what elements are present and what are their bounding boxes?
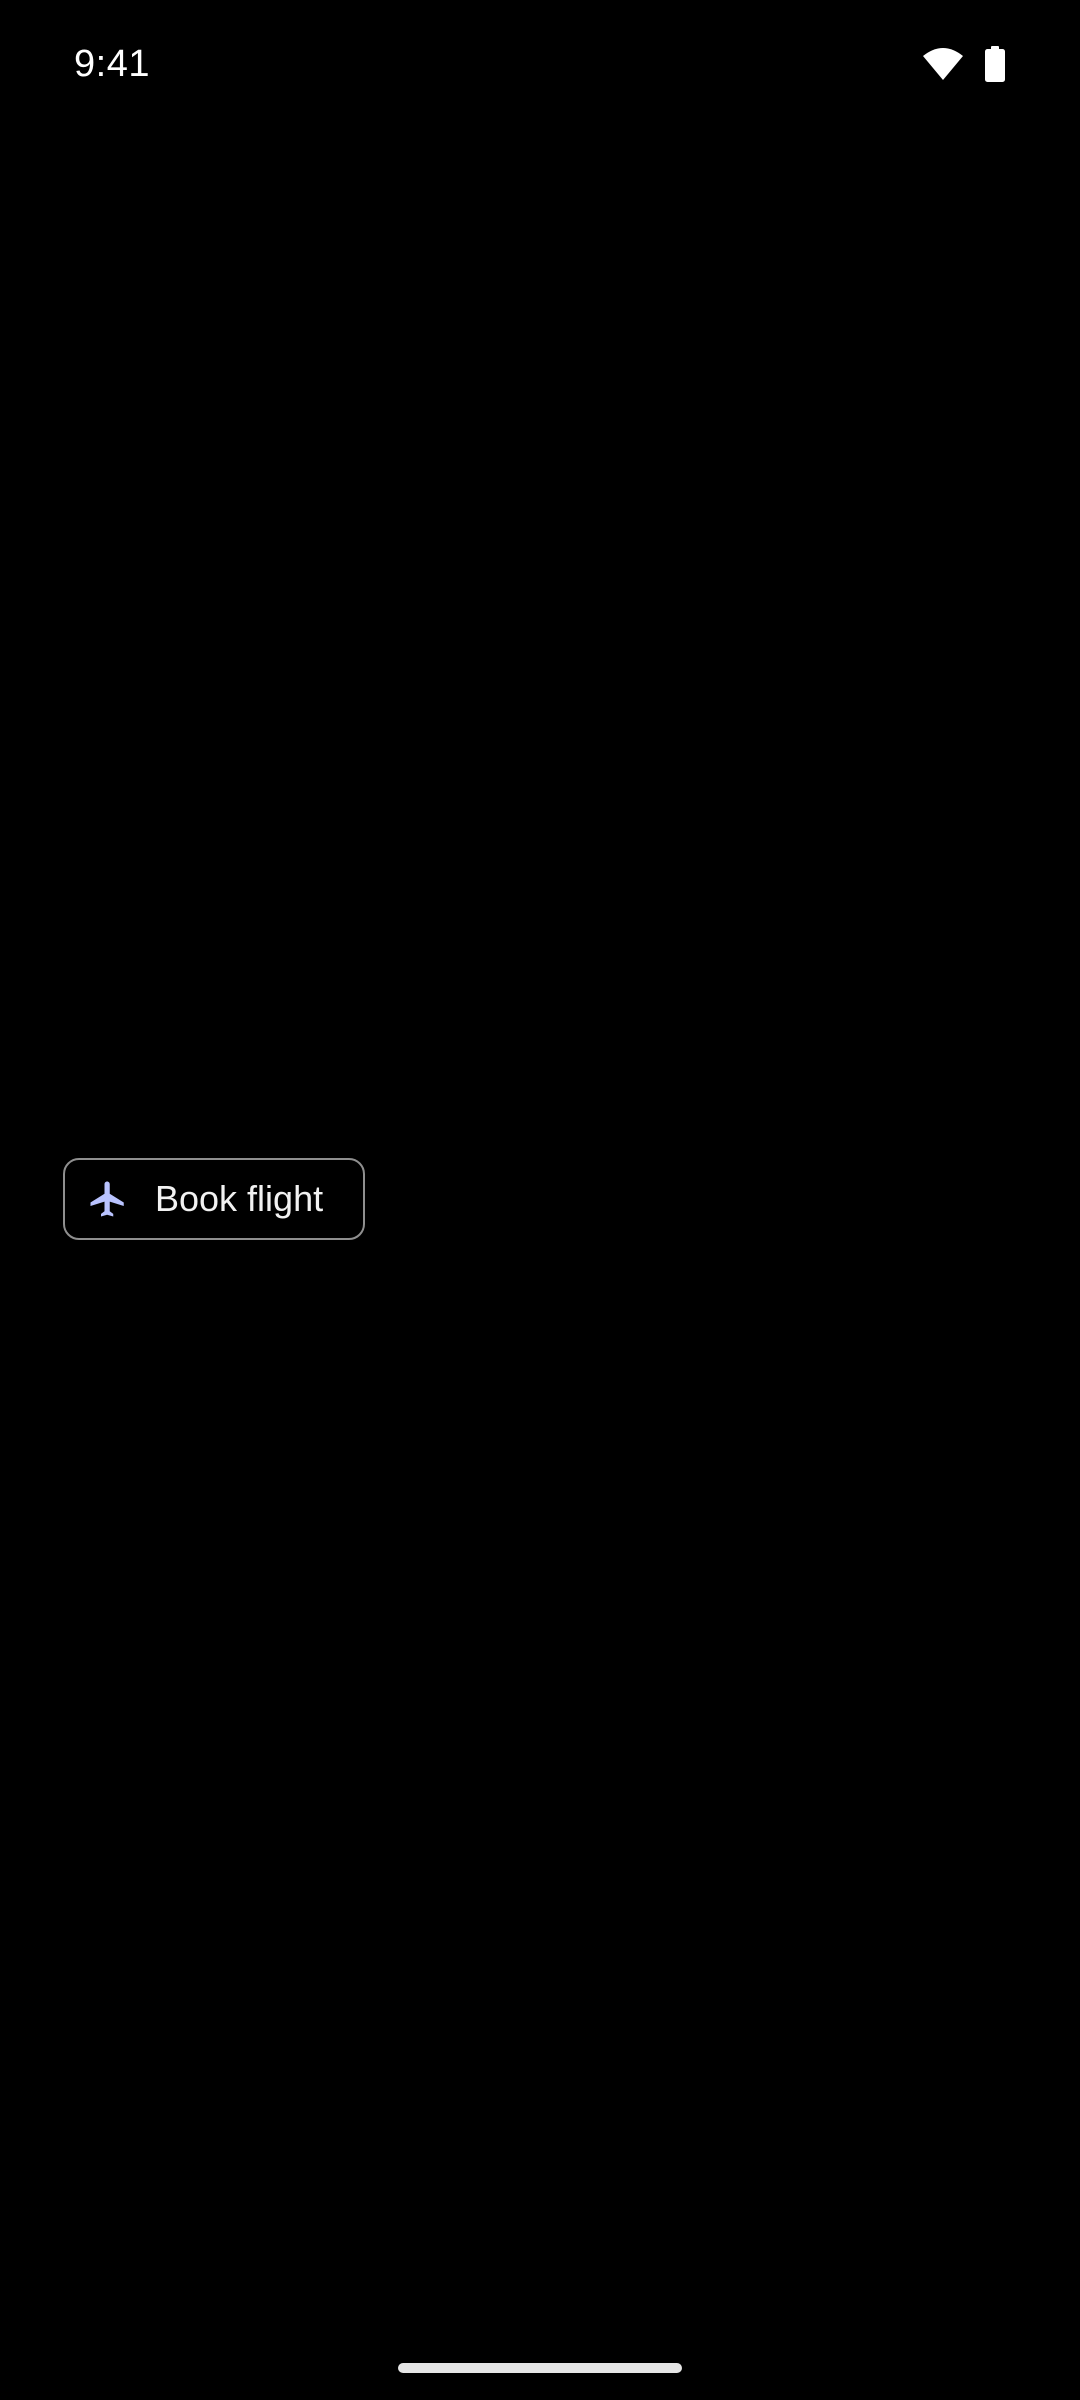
book-flight-chip[interactable]: Book flight <box>63 1158 365 1240</box>
status-bar: 9:41 <box>0 0 1080 130</box>
airplane-icon <box>87 1178 129 1220</box>
status-time: 9:41 <box>74 43 150 85</box>
wifi-icon <box>922 47 964 81</box>
gesture-nav-handle[interactable] <box>398 2363 682 2373</box>
battery-icon <box>984 46 1006 82</box>
book-flight-label: Book flight <box>155 1178 324 1219</box>
status-icons <box>922 46 1006 82</box>
